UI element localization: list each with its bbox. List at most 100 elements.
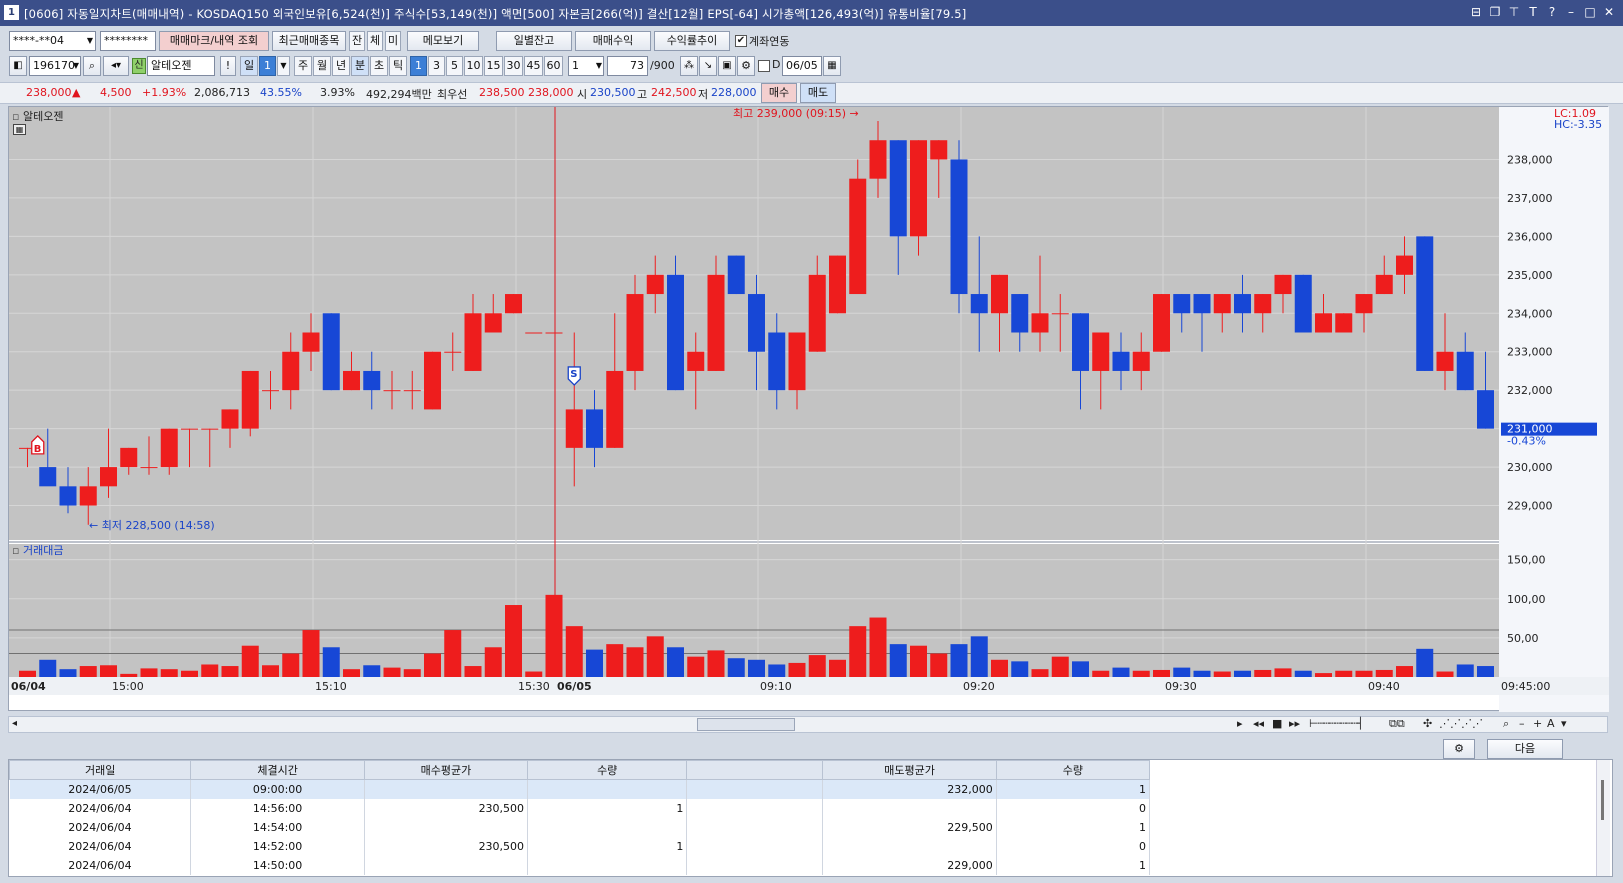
tab-balance[interactable]: 잔	[349, 31, 365, 51]
save-icon[interactable]: ▣	[718, 56, 736, 76]
chevron-down-icon[interactable]: ▼	[277, 56, 290, 76]
minute-5[interactable]: 5	[446, 56, 463, 76]
candle-body	[160, 428, 178, 468]
date-field[interactable]: 06/05	[782, 56, 822, 76]
sell-button[interactable]: 매도	[800, 83, 836, 103]
period-second[interactable]: 초	[370, 56, 388, 76]
table-cell: 14:54:00	[190, 817, 365, 837]
table-row[interactable]: 2024/06/04 14:50:00 229,000 1	[9, 855, 1151, 875]
stock-code-input[interactable]: 196170 ▼	[29, 56, 81, 76]
tab-filled[interactable]: 체	[367, 31, 383, 51]
buy-button[interactable]: 매수	[761, 83, 797, 103]
date-checkbox[interactable]	[758, 60, 770, 72]
period-year[interactable]: 년	[332, 56, 350, 76]
table-row[interactable]: 2024/06/04 14:52:00 230,500 1 0	[9, 836, 1151, 856]
line-tools-icon[interactable]: ⋰⋰⋰⋰	[1439, 717, 1483, 730]
credit-badge: 신	[132, 58, 146, 74]
stock-name-field[interactable]: 알테오젠	[147, 56, 215, 76]
play-icon[interactable]: ▸▸	[1289, 717, 1300, 730]
zoom-icon[interactable]: ⌕	[1503, 717, 1509, 731]
tab-unfilled[interactable]: 미	[385, 31, 401, 51]
scroll-thumb[interactable]	[697, 718, 795, 731]
minute-60[interactable]: 60	[544, 56, 563, 76]
maximize-icon[interactable]: □	[1582, 4, 1598, 20]
table-toggle-icon[interactable]: ▦	[13, 124, 26, 135]
trade-profit-button[interactable]: 매매수익	[575, 31, 651, 51]
minute-30[interactable]: 30	[504, 56, 523, 76]
chart-area[interactable]: 238,000 237,000 236,000 235,000 234,000 233,0…	[8, 106, 1609, 712]
table-row[interactable]: 2024/06/04 14:54:00 229,500 1	[9, 817, 1151, 837]
trade-mark-query-button[interactable]: 매매마크/내역 조회	[159, 31, 269, 51]
speaker-icon[interactable]: ◂▾	[103, 56, 129, 76]
cross-tool-icon[interactable]: ✣	[1423, 717, 1432, 730]
account-link-checkbox[interactable]: ✔	[735, 35, 747, 47]
period-month[interactable]: 월	[313, 56, 331, 76]
period-tick[interactable]: 틱	[389, 56, 407, 76]
close-icon[interactable]: ✕	[1601, 4, 1617, 20]
table-row[interactable]: 2024/06/04 14:56:00 230,500 1 0	[9, 798, 1151, 818]
search-icon[interactable]: ⌕	[83, 56, 101, 76]
gear-icon[interactable]: ⚙	[737, 56, 755, 76]
volume-bar	[1173, 667, 1191, 677]
period-week[interactable]: 주	[294, 56, 312, 76]
copy-window-icon[interactable]: ❐	[1487, 4, 1503, 20]
minute-3[interactable]: 3	[428, 56, 445, 76]
help-icon[interactable]: ?	[1544, 4, 1560, 20]
volume-bar	[1132, 670, 1150, 677]
table-row[interactable]: 2024/06/05 09:00:00 232,000 1	[9, 779, 1151, 799]
volume-bar	[748, 659, 765, 677]
scroll-right-icon[interactable]: ▸	[1237, 717, 1243, 730]
candle-body	[727, 255, 745, 295]
table-scrollbar[interactable]	[1596, 760, 1610, 876]
window-title: [0606] 자동일지차트(매매내역) - KOSDAQ150 외국인보유[6,…	[24, 7, 967, 21]
minute-1[interactable]: 1	[410, 56, 427, 76]
candle-body	[667, 274, 684, 391]
table-scroll-thumb[interactable]	[1601, 780, 1604, 820]
window-tools-icon[interactable]: ⧉⧉	[1389, 717, 1405, 731]
dock-icon[interactable]: ⊟	[1468, 4, 1484, 20]
header-buy-qty: 수량	[527, 760, 688, 780]
volume-bar	[889, 644, 907, 677]
settings-gear-icon[interactable]: ⚙	[1443, 739, 1475, 759]
bar-count-input[interactable]: 73	[607, 56, 648, 76]
chart-scrollbar[interactable]: ◂ ▸ ◂◂ ■ ▸▸ ⊢┄┄┄┄┄┄┄┤ ⧉⧉ ✣ ⋰⋰⋰⋰ ⌕ – + A …	[8, 716, 1608, 733]
calendar-icon[interactable]: ▦	[823, 56, 841, 76]
daily-balance-button[interactable]: 일별잔고	[496, 31, 572, 51]
candle-body	[1477, 390, 1494, 429]
alert-button[interactable]: !	[220, 56, 236, 76]
pin-icon[interactable]: ⊤	[1506, 4, 1522, 20]
password-field[interactable]: ********	[100, 31, 156, 51]
x-axis-label: 09:30	[1165, 680, 1197, 693]
layout-icon[interactable]: ◧	[9, 56, 27, 76]
zoom-in-icon[interactable]: +	[1533, 717, 1542, 730]
draw-tool-icon[interactable]: ↘	[699, 56, 717, 76]
account-select[interactable]: ****-**04 ▼	[9, 31, 96, 51]
candlestick-chart[interactable]: 238,000 237,000 236,000 235,000 234,000 233,0…	[9, 107, 1609, 712]
rewind-icon[interactable]: ◂◂	[1253, 717, 1264, 730]
minute-10[interactable]: 10	[464, 56, 483, 76]
period-count[interactable]: 1	[259, 56, 276, 76]
minute-45[interactable]: 45	[524, 56, 543, 76]
recent-stocks-button[interactable]: 최근매매종목	[272, 31, 346, 51]
stop-icon[interactable]: ■	[1272, 717, 1282, 730]
price-tick-label: 236,000	[1507, 230, 1553, 243]
zoom-out-icon[interactable]: –	[1519, 717, 1525, 730]
profit-rate-button[interactable]: 수익률추이	[654, 31, 730, 51]
indicator-icon[interactable]: ⁂	[680, 56, 698, 76]
dropdown-icon[interactable]: ▾	[1561, 717, 1567, 730]
scroll-left-icon[interactable]: ◂	[12, 718, 17, 729]
auto-scale-icon[interactable]: A	[1547, 717, 1555, 730]
memo-button[interactable]: 메모보기	[407, 31, 479, 51]
price-tick-label: 233,000	[1507, 346, 1553, 359]
font-icon[interactable]: T	[1525, 4, 1541, 20]
period-day[interactable]: 일	[240, 56, 258, 76]
trades-table: 거래일 체결시간 매수평균가 수량 매도평균가 수량 2024/06/05 09:…	[8, 760, 1151, 875]
volume-bar	[829, 659, 846, 677]
unit-select[interactable]: 1 ▼	[568, 56, 604, 76]
minimize-icon[interactable]: –	[1563, 4, 1579, 20]
next-button[interactable]: 다음	[1487, 739, 1563, 759]
speed-slider-icon[interactable]: ⊢┄┄┄┄┄┄┄┤	[1309, 717, 1364, 730]
period-minute[interactable]: 분	[351, 56, 369, 76]
minute-15[interactable]: 15	[484, 56, 503, 76]
volume-bar	[606, 644, 624, 677]
